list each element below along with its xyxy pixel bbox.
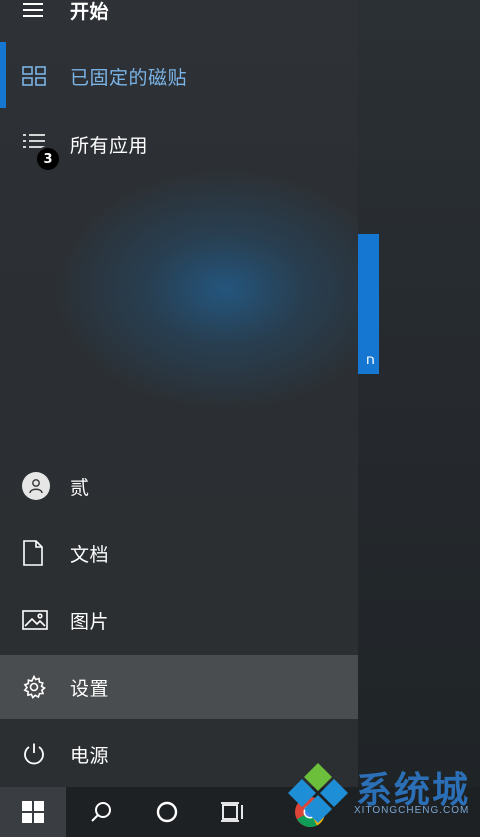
- nav-item-label: 文档: [70, 543, 110, 566]
- nav-item-documents[interactable]: 文档: [0, 521, 358, 585]
- nav-item-pinned-tiles[interactable]: 已固定的磁贴: [0, 44, 358, 108]
- watermark: 系统城 XITONGCHENG.COM: [284, 759, 474, 829]
- nav-item-label: 贰: [70, 476, 90, 499]
- nav-item-all-apps[interactable]: 3 所有应用: [0, 112, 358, 176]
- search-icon: [91, 802, 111, 822]
- nav-item-user[interactable]: 贰: [0, 454, 358, 518]
- document-icon: [0, 540, 70, 566]
- nav-item-label: 设置: [70, 677, 110, 700]
- nav-item-label: 所有应用: [70, 134, 149, 157]
- notification-badge: 3: [35, 146, 61, 172]
- hamburger-icon[interactable]: [0, 2, 70, 18]
- nav-item-pictures[interactable]: 图片: [0, 588, 358, 652]
- user-avatar: [22, 472, 50, 500]
- nav-item-settings[interactable]: 设置: [0, 655, 358, 719]
- cortana-button[interactable]: [134, 787, 200, 837]
- pictures-icon: [0, 609, 70, 631]
- nav-item-label: 图片: [70, 610, 110, 633]
- windows-logo-icon: [22, 801, 44, 823]
- start-button[interactable]: [0, 787, 66, 837]
- pinned-tile-peek[interactable]: ח: [357, 234, 379, 374]
- start-header: 开始: [0, 0, 358, 42]
- power-icon: [0, 742, 70, 766]
- search-button[interactable]: [68, 787, 134, 837]
- start-menu: 开始 已固定的磁贴 3 所有应用 贰 文档 图片 设置 电源: [0, 0, 358, 787]
- task-view-button[interactable]: [200, 787, 266, 837]
- task-view-icon: [221, 802, 243, 822]
- nav-item-label: 电源: [70, 744, 110, 767]
- watermark-subtext: XITONGCHENG.COM: [354, 805, 470, 816]
- cortana-icon: [156, 801, 178, 823]
- tiles-icon: [0, 66, 70, 86]
- gear-icon: [0, 675, 70, 699]
- watermark-logo-icon: [288, 763, 348, 823]
- nav-item-label: 已固定的磁贴: [70, 66, 188, 89]
- list-icon: 3: [0, 132, 70, 172]
- start-header-title: 开始: [70, 0, 110, 23]
